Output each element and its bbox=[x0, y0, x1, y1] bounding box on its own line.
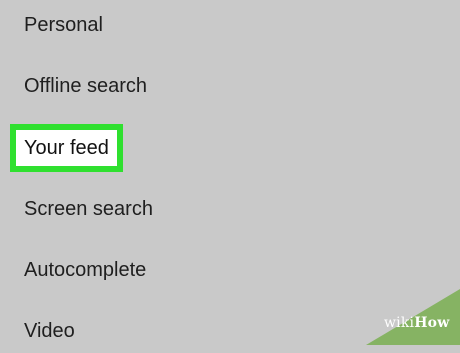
settings-item-label: Video bbox=[24, 320, 75, 342]
settings-item-video[interactable]: Video bbox=[24, 309, 75, 353]
settings-item-label: Your feed bbox=[24, 137, 109, 159]
settings-item-screen-search[interactable]: Screen search bbox=[24, 187, 153, 231]
wikihow-watermark: wikiHow bbox=[366, 289, 460, 345]
watermark-how-text: How bbox=[414, 315, 450, 331]
watermark-text: wikiHow bbox=[384, 315, 449, 331]
settings-item-label: Autocomplete bbox=[24, 259, 147, 281]
settings-item-your-feed[interactable]: Your feed bbox=[10, 124, 123, 172]
settings-item-autocomplete[interactable]: Autocomplete bbox=[24, 248, 146, 292]
settings-item-offline-search[interactable]: Offline search bbox=[24, 64, 147, 108]
settings-item-label: Personal bbox=[24, 14, 103, 36]
watermark-wiki-text: wiki bbox=[384, 315, 415, 331]
settings-item-personal[interactable]: Personal bbox=[24, 3, 103, 47]
settings-item-label: Screen search bbox=[24, 198, 153, 220]
settings-item-label: Offline search bbox=[24, 75, 148, 97]
